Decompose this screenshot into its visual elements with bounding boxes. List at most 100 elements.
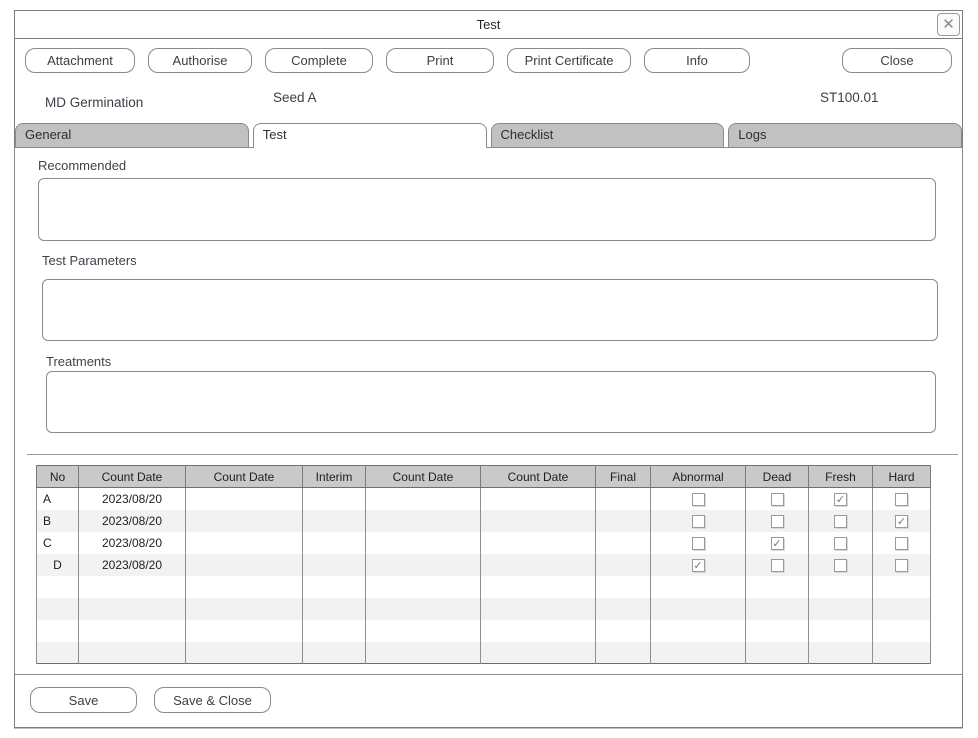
empty-cell	[746, 620, 809, 642]
cell-count-date-3[interactable]	[366, 554, 481, 576]
column-header: Interim	[303, 466, 366, 488]
cell-hard	[873, 554, 931, 576]
cell-fresh: ✓	[809, 488, 873, 510]
cell-interim[interactable]	[303, 554, 366, 576]
close-icon[interactable]: ✕	[937, 13, 960, 36]
complete-button[interactable]: Complete	[265, 48, 373, 73]
table-row-empty	[37, 642, 931, 664]
empty-cell	[366, 642, 481, 664]
cell-count-date-2[interactable]	[186, 554, 303, 576]
cell-count-date-4[interactable]	[481, 510, 596, 532]
empty-cell	[186, 620, 303, 642]
info-button[interactable]: Info	[644, 48, 750, 73]
cell-final[interactable]	[596, 554, 651, 576]
close-button[interactable]: Close	[842, 48, 952, 73]
table-row: B2023/08/20 ✓	[37, 510, 931, 532]
empty-cell	[303, 598, 366, 620]
save-button[interactable]: Save	[30, 687, 137, 713]
cell-count-date-2[interactable]	[186, 510, 303, 532]
test-parameters-field[interactable]	[42, 279, 938, 341]
cell-interim[interactable]	[303, 488, 366, 510]
window-title: Test	[15, 11, 962, 38]
cell-count-date-2[interactable]	[186, 532, 303, 554]
empty-cell	[651, 576, 746, 598]
hard-checkbox[interactable]	[895, 559, 908, 572]
section-divider	[27, 454, 958, 455]
empty-cell	[873, 598, 931, 620]
dead-checkbox[interactable]: ✓	[771, 537, 784, 550]
empty-cell	[186, 598, 303, 620]
print-button[interactable]: Print	[386, 48, 494, 73]
empty-cell	[366, 576, 481, 598]
empty-cell	[746, 642, 809, 664]
tab-general[interactable]: General	[15, 123, 249, 147]
cell-final[interactable]	[596, 532, 651, 554]
authorise-button[interactable]: Authorise	[148, 48, 252, 73]
attachment-button[interactable]: Attachment	[25, 48, 135, 73]
dead-checkbox[interactable]	[771, 559, 784, 572]
cell-interim[interactable]	[303, 532, 366, 554]
empty-cell	[186, 576, 303, 598]
fresh-checkbox[interactable]	[834, 537, 847, 550]
print-certificate-button[interactable]: Print Certificate	[507, 48, 631, 73]
row-no-cell: C	[37, 532, 79, 554]
cell-final[interactable]	[596, 488, 651, 510]
cell-count-date-3[interactable]	[366, 488, 481, 510]
table-body: A2023/08/20✓B2023/08/20✓C2023/08/20✓D202…	[37, 488, 931, 664]
empty-cell	[303, 576, 366, 598]
empty-cell	[186, 642, 303, 664]
column-header: Count Date	[186, 466, 303, 488]
cell-hard: ✓	[873, 510, 931, 532]
cell-count-date-1[interactable]: 2023/08/20	[79, 554, 186, 576]
empty-cell	[596, 620, 651, 642]
test-parameters-label: Test Parameters	[42, 253, 137, 268]
sample-name-label: Seed A	[273, 90, 317, 105]
column-header: Dead	[746, 466, 809, 488]
tab-checklist[interactable]: Checklist	[491, 123, 725, 147]
save-close-button[interactable]: Save & Close	[154, 687, 271, 713]
cell-count-date-3[interactable]	[366, 532, 481, 554]
abnormal-checkbox[interactable]	[692, 493, 705, 506]
cell-fresh	[809, 554, 873, 576]
column-header: Fresh	[809, 466, 873, 488]
row-no-cell: B	[37, 510, 79, 532]
hard-checkbox[interactable]	[895, 493, 908, 506]
dead-checkbox[interactable]	[771, 493, 784, 506]
recommended-field[interactable]	[38, 178, 936, 241]
cell-count-date-1[interactable]: 2023/08/20	[79, 488, 186, 510]
abnormal-checkbox[interactable]	[692, 537, 705, 550]
row-no-cell: A	[37, 488, 79, 510]
cell-count-date-3[interactable]	[366, 510, 481, 532]
table-row-empty	[37, 576, 931, 598]
tab-test[interactable]: Test	[253, 123, 487, 148]
cell-abnormal: ✓	[651, 554, 746, 576]
cell-count-date-1[interactable]: 2023/08/20	[79, 510, 186, 532]
tab-logs[interactable]: Logs	[728, 123, 962, 147]
abnormal-checkbox[interactable]	[692, 515, 705, 528]
hard-checkbox[interactable]: ✓	[895, 515, 908, 528]
table-row-empty	[37, 598, 931, 620]
empty-cell	[79, 620, 186, 642]
fresh-checkbox[interactable]	[834, 559, 847, 572]
cell-count-date-4[interactable]	[481, 554, 596, 576]
cell-abnormal	[651, 510, 746, 532]
cell-count-date-1[interactable]: 2023/08/20	[79, 532, 186, 554]
table-header-row: NoCount DateCount DateInterimCount DateC…	[37, 466, 931, 488]
dead-checkbox[interactable]	[771, 515, 784, 528]
abnormal-checkbox[interactable]: ✓	[692, 559, 705, 572]
treatments-field[interactable]	[46, 371, 936, 433]
cell-count-date-4[interactable]	[481, 532, 596, 554]
fresh-checkbox[interactable]	[834, 515, 847, 528]
table-row: C2023/08/20 ✓	[37, 532, 931, 554]
tab-strip: General Test Checklist Logs	[15, 123, 962, 147]
cell-count-date-2[interactable]	[186, 488, 303, 510]
cell-dead	[746, 554, 809, 576]
cell-interim[interactable]	[303, 510, 366, 532]
empty-cell	[366, 598, 481, 620]
fresh-checkbox[interactable]: ✓	[834, 493, 847, 506]
cell-final[interactable]	[596, 510, 651, 532]
cell-count-date-4[interactable]	[481, 488, 596, 510]
empty-cell	[873, 576, 931, 598]
empty-cell	[37, 576, 79, 598]
hard-checkbox[interactable]	[895, 537, 908, 550]
